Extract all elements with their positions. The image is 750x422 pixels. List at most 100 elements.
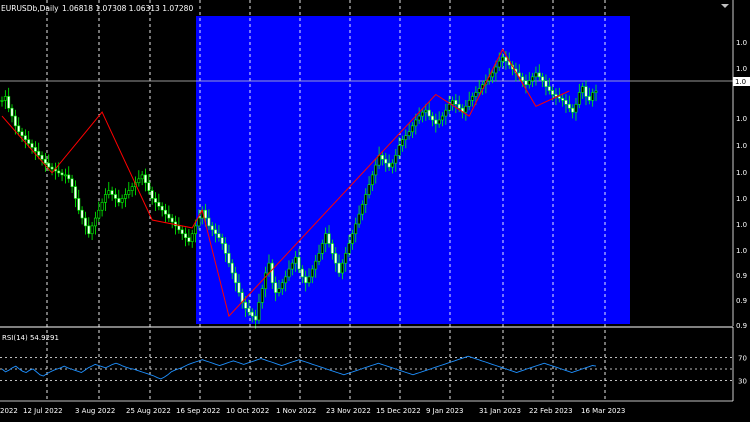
indicator-level-label: 70 [738, 354, 747, 362]
y-tick-label: 1.0 [736, 221, 747, 229]
candle-body [150, 190, 154, 199]
y-tick-label: 0.9 [736, 297, 747, 305]
candle-body [350, 233, 354, 244]
x-tick-label: 23 Nov 2022 [326, 407, 371, 415]
candle-body [444, 109, 448, 117]
candle-body [120, 198, 124, 203]
candle-body [534, 72, 538, 78]
candle-body [497, 60, 501, 68]
candle-body [410, 125, 414, 133]
candle-body [254, 315, 258, 321]
candle-body [457, 103, 461, 109]
candle-body [584, 86, 588, 97]
x-tick-label: 16 Mar 2023 [581, 407, 625, 415]
candle-body [427, 109, 431, 117]
candle-body [224, 243, 228, 254]
candle-body [90, 225, 94, 235]
candle-body [337, 262, 341, 274]
candle-body [50, 166, 54, 170]
candle-body [314, 260, 318, 270]
candle-body [317, 253, 321, 262]
candle-body [531, 76, 535, 82]
candle-body [537, 72, 541, 78]
candle-body [83, 217, 87, 227]
candle-body [274, 282, 278, 293]
candle-body [10, 107, 14, 117]
candle-body [180, 229, 184, 235]
trading-chart[interactable]: EURUSDb,Daily 1.06818 1.07308 1.06313 1.… [0, 0, 750, 422]
candle-body [454, 100, 458, 105]
candle-body [447, 103, 451, 111]
candle-body [574, 103, 578, 113]
candle-body [300, 268, 304, 278]
candle-body [100, 202, 104, 211]
x-tick-label: 1 Nov 2022 [276, 407, 316, 415]
candle-body [501, 56, 505, 62]
selection-rectangle[interactable] [196, 16, 630, 324]
candle-body [167, 213, 171, 219]
candle-body [594, 90, 598, 93]
candle-body [397, 145, 401, 156]
y-tick-label: 1.0 [736, 115, 747, 123]
candle-body [87, 225, 91, 235]
candle-body [561, 98, 565, 101]
candle-body [467, 100, 471, 107]
y-tick-label: 0.9 [736, 272, 747, 280]
candle-body [294, 256, 298, 264]
candle-body [277, 288, 281, 293]
candle-body [190, 233, 194, 242]
candle-body [214, 229, 218, 235]
candle-body [160, 205, 164, 211]
candle-body [290, 262, 294, 270]
candle-body [147, 182, 151, 191]
candle-body [164, 209, 167, 215]
candle-body [40, 154, 44, 160]
candle-body [284, 276, 288, 284]
candle-body [370, 174, 374, 186]
candle-body [557, 96, 561, 99]
candle-body [521, 76, 525, 82]
x-tick-label: 22 Feb 2023 [529, 407, 573, 415]
candle-body [324, 233, 328, 244]
candle-body [20, 131, 24, 136]
candle-body [414, 119, 418, 127]
candle-body [77, 198, 81, 211]
candle-body [103, 194, 107, 203]
candle-body [247, 307, 251, 313]
candle-body [394, 154, 398, 164]
candle-body [287, 268, 291, 278]
candle-body [260, 288, 264, 303]
candle-body [244, 302, 248, 309]
candle-body [551, 90, 555, 95]
y-tick-label: 1.0 [736, 195, 747, 203]
x-tick-label: 16 Sep 2022 [176, 407, 220, 415]
candle-body [390, 162, 394, 168]
candle-body [23, 135, 27, 140]
candle-body [30, 143, 34, 148]
candle-body [477, 88, 481, 93]
candle-body [57, 170, 61, 174]
candle-body [60, 172, 64, 176]
candle-body [297, 256, 301, 270]
y-tick-label: 1.0 [736, 169, 747, 177]
candle-body [404, 135, 408, 140]
candle-body [257, 302, 261, 321]
candle-body [564, 100, 568, 105]
indicator-label: RSI(14) 54.9291 [2, 334, 59, 342]
candle-body [591, 92, 595, 101]
candle-body [327, 233, 331, 244]
candle-body [417, 115, 421, 121]
x-tick-label: 9 Jan 2023 [426, 407, 464, 415]
candle-body [97, 209, 101, 219]
candle-body [107, 190, 111, 195]
candle-body [230, 262, 234, 274]
candle-body [187, 237, 191, 242]
candle-body [347, 243, 351, 254]
candle-body [367, 184, 371, 195]
candle-body [73, 186, 77, 199]
indicator-line [1, 355, 597, 380]
candle-body [554, 94, 558, 97]
candle-body [547, 86, 551, 91]
candle-body [577, 92, 581, 105]
candle-body [587, 96, 591, 101]
